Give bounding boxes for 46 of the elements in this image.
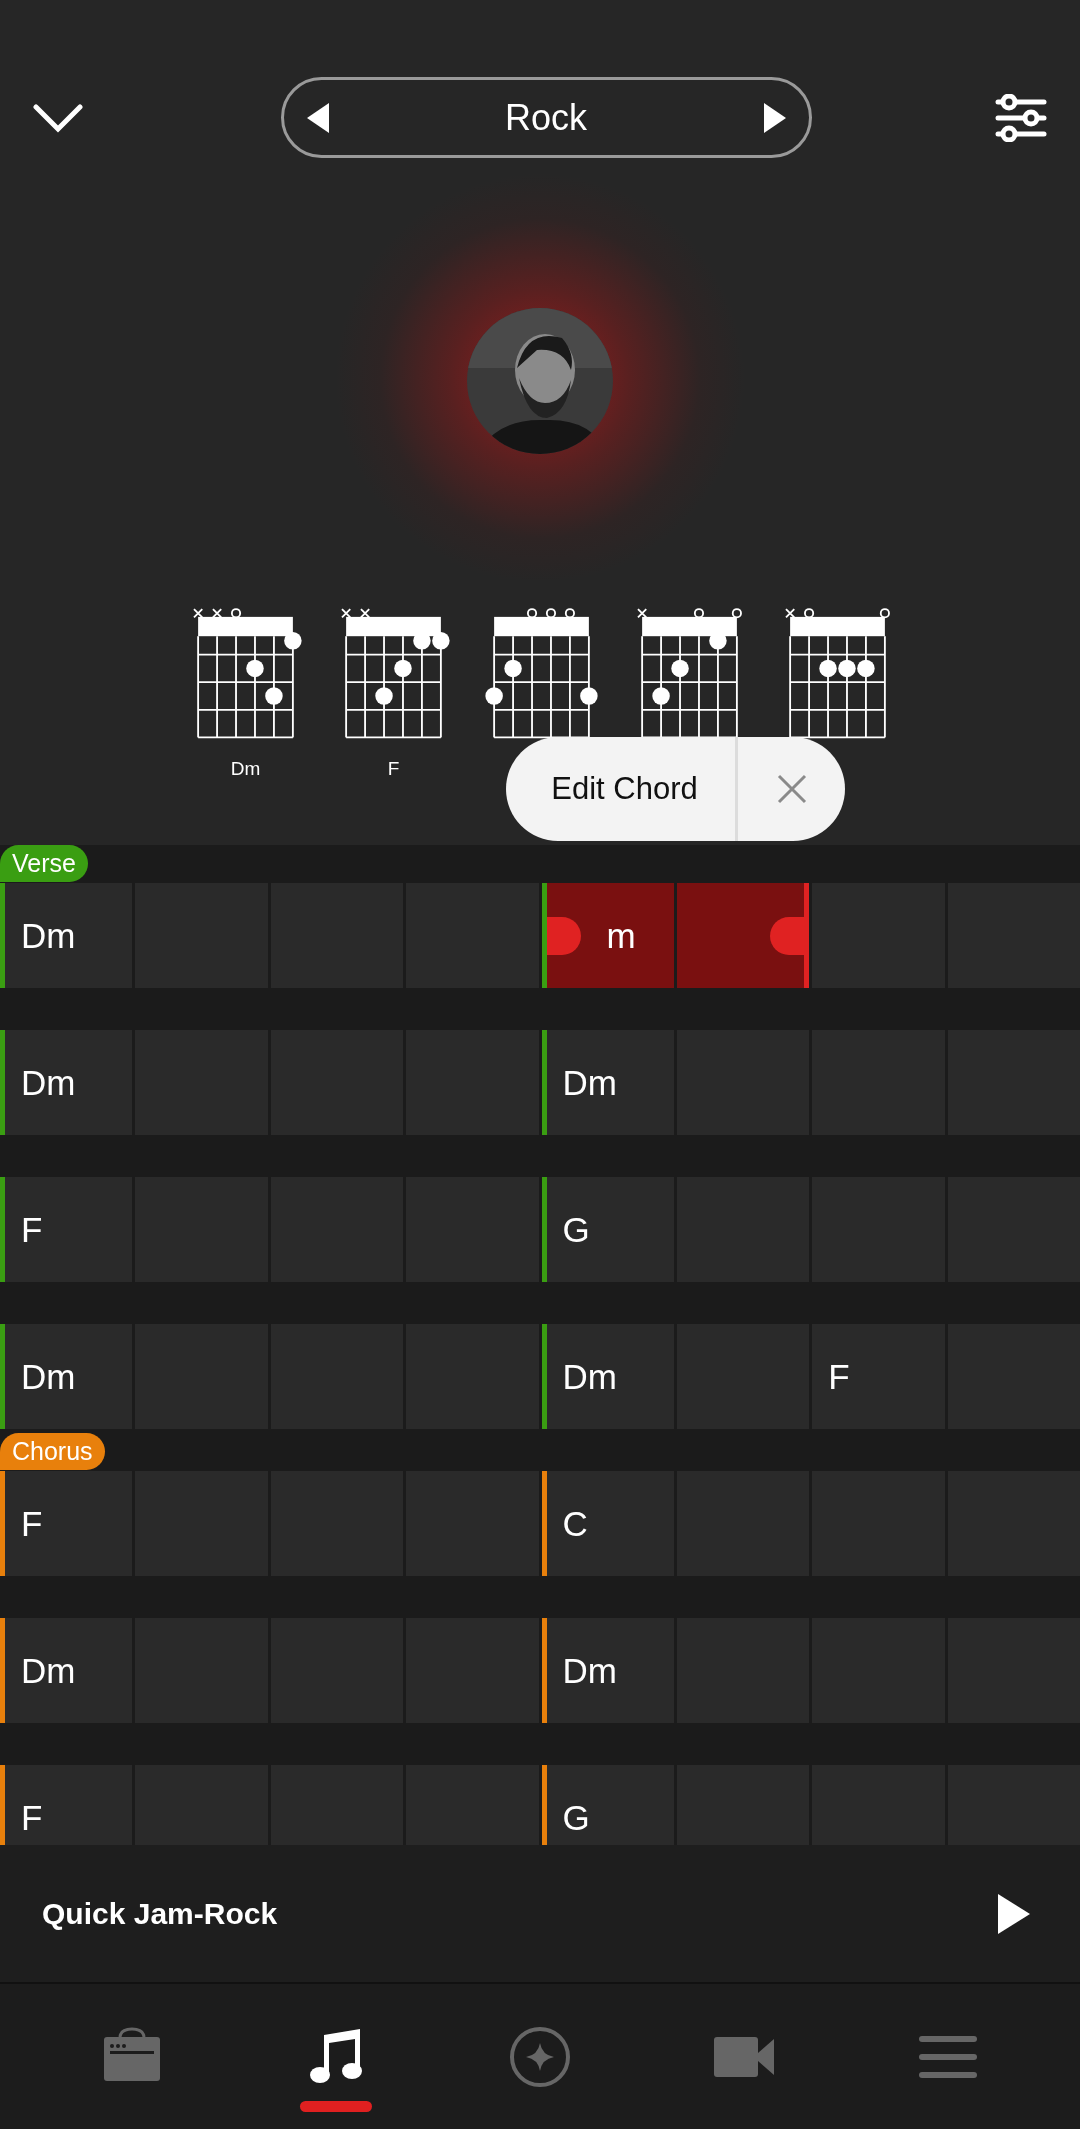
play-icon[interactable] bbox=[998, 1893, 1030, 1934]
chord-name: F bbox=[20, 1209, 43, 1250]
beat-cell[interactable]: Dm bbox=[0, 1618, 133, 1723]
chord-name: Dm bbox=[20, 1356, 76, 1397]
beat-cell[interactable]: G bbox=[541, 1177, 674, 1282]
previous-icon[interactable] bbox=[306, 102, 331, 133]
selection-handle[interactable] bbox=[770, 917, 805, 955]
collapse-icon[interactable] bbox=[33, 102, 83, 133]
selected-beat-cell[interactable] bbox=[676, 883, 810, 988]
style-label: Rock bbox=[505, 96, 587, 139]
beat-cell[interactable]: Dm bbox=[541, 1030, 674, 1135]
chord-name: C bbox=[561, 1503, 588, 1544]
chord-name: F bbox=[20, 1503, 43, 1544]
chord-name: m bbox=[606, 915, 636, 956]
beat-cell[interactable]: G bbox=[541, 1765, 674, 1845]
beat-cell[interactable]: Dm bbox=[0, 1324, 133, 1429]
beat-cell[interactable]: Dm bbox=[541, 1618, 674, 1723]
chord-name: G bbox=[561, 1209, 590, 1250]
chord-name: Dm bbox=[561, 1062, 617, 1103]
edit-chord-button[interactable]: Edit Chord bbox=[506, 737, 738, 841]
sparkle-circle-icon[interactable] bbox=[508, 2024, 572, 2089]
beat-cell[interactable]: Dm bbox=[0, 1030, 133, 1135]
beat-cell[interactable]: Dm bbox=[541, 1324, 674, 1429]
selected-beat-cell[interactable]: m bbox=[541, 883, 674, 988]
chord-name: G bbox=[561, 1797, 590, 1838]
chord-name: F bbox=[20, 1797, 43, 1838]
settings-icon[interactable] bbox=[995, 93, 1047, 142]
beat-cell[interactable]: Dm bbox=[0, 883, 133, 988]
song-title: Quick Jam-Rock bbox=[42, 1896, 278, 1931]
chord-name: Dm bbox=[230, 758, 261, 780]
chord-name: Dm bbox=[561, 1356, 617, 1397]
close-icon[interactable] bbox=[776, 774, 807, 804]
selected-indicator bbox=[300, 2100, 372, 2112]
chord-name: Dm bbox=[561, 1650, 617, 1691]
chord-name: Dm bbox=[20, 915, 76, 956]
beat-cell[interactable]: C bbox=[541, 1471, 674, 1576]
beat-cell[interactable]: F bbox=[0, 1177, 133, 1282]
chord-name: F bbox=[827, 1356, 850, 1397]
beat-cell[interactable]: F bbox=[812, 1324, 945, 1429]
chord-name: Dm bbox=[20, 1650, 76, 1691]
chord-name: Dm bbox=[20, 1062, 76, 1103]
next-icon[interactable] bbox=[761, 102, 786, 133]
beat-cell[interactable]: F bbox=[0, 1765, 133, 1845]
chord-name: F bbox=[387, 758, 400, 780]
selection-handle[interactable] bbox=[546, 917, 581, 955]
beat-cell[interactable]: F bbox=[0, 1471, 133, 1576]
